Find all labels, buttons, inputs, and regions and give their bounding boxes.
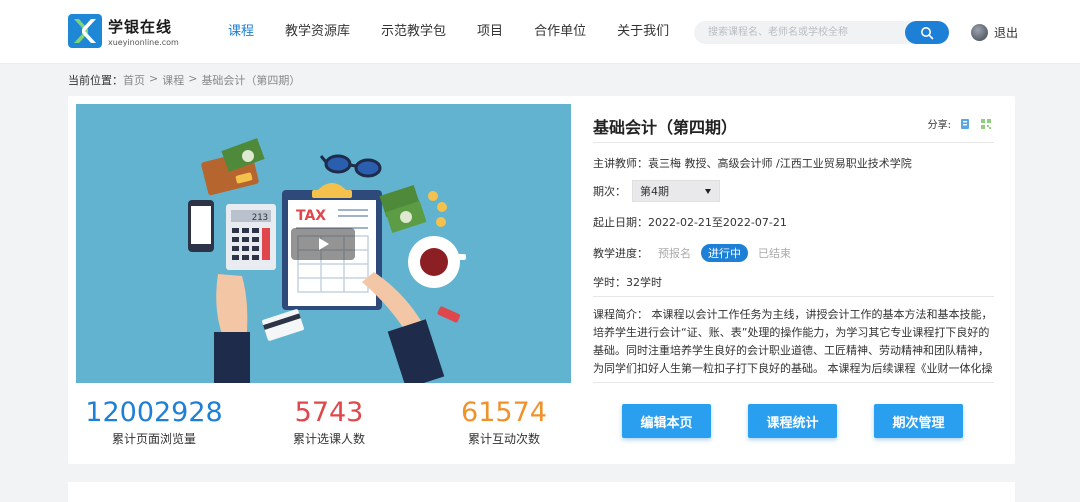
qr-code-icon[interactable] bbox=[979, 117, 993, 131]
avatar[interactable] bbox=[971, 24, 988, 41]
play-button[interactable] bbox=[291, 228, 355, 260]
teacher-row: 主讲教师：袁三梅 教授、高级会计师 /江西工业贸易职业技术学院 bbox=[593, 157, 912, 170]
nav-item-courses[interactable]: 课程 bbox=[228, 0, 254, 64]
term-row: 期次： 第4期 bbox=[593, 180, 720, 202]
svg-text:213: 213 bbox=[252, 213, 268, 223]
stat-interactions-value: 61574 bbox=[461, 397, 547, 428]
course-info: 基础会计（第四期） 分享: 主讲教师：袁三梅 教授、高级会计师 /江西工业贸易职… bbox=[593, 96, 1003, 464]
course-stats-button[interactable]: 课程统计 bbox=[748, 404, 837, 438]
breadcrumb-home[interactable]: 首页 bbox=[123, 72, 145, 88]
course-title: 基础会计（第四期） bbox=[593, 118, 738, 137]
breadcrumb-courses[interactable]: 课程 bbox=[162, 72, 184, 88]
logo-title: 学银在线 bbox=[108, 17, 173, 36]
phone-icon bbox=[188, 200, 214, 252]
term-management-button[interactable]: 期次管理 bbox=[874, 404, 963, 438]
svg-text:TAX: TAX bbox=[296, 208, 326, 224]
search-box bbox=[694, 21, 949, 44]
breadcrumb-separator: > bbox=[149, 72, 159, 85]
hours-row: 学时：32学时 bbox=[593, 276, 662, 289]
nav-item-demo-packages[interactable]: 示范教学包 bbox=[381, 0, 446, 64]
progress-row: 教学进度： 预报名 进行中 已结束 bbox=[593, 244, 791, 262]
term-label: 期次： bbox=[593, 185, 626, 198]
next-section-card bbox=[68, 482, 1015, 502]
edit-page-button[interactable]: 编辑本页 bbox=[622, 404, 711, 438]
stat-page-views-value: 12002928 bbox=[85, 397, 223, 428]
user-area: 退出 bbox=[971, 24, 1018, 41]
play-icon bbox=[319, 238, 329, 250]
stat-enrolled-value: 5743 bbox=[294, 397, 364, 428]
progress-label: 教学进度： bbox=[593, 247, 648, 260]
breadcrumb-current: 基础会计（第四期） bbox=[201, 74, 301, 87]
course-stats: 12002928 累计页面浏览量 5743 累计选课人数 61574 累计互动次… bbox=[68, 396, 588, 456]
term-select[interactable]: 第4期 bbox=[632, 180, 720, 202]
search-icon bbox=[921, 26, 934, 39]
stat-interactions-label: 累计互动次数 bbox=[467, 432, 540, 446]
nav-item-projects[interactable]: 项目 bbox=[477, 0, 503, 64]
breadcrumb-separator: > bbox=[188, 72, 198, 85]
nav-item-about[interactable]: 关于我们 bbox=[617, 0, 669, 64]
stat-enrolled-label: 累计选课人数 bbox=[292, 432, 365, 446]
share-area: 分享: bbox=[928, 116, 993, 131]
progress-in-progress: 进行中 bbox=[701, 244, 748, 262]
stat-enrolled: 5743 累计选课人数 bbox=[244, 396, 414, 447]
intro-divider-top bbox=[593, 296, 994, 297]
search-button[interactable] bbox=[905, 21, 949, 44]
breadcrumb-label: 当前位置： bbox=[68, 74, 123, 87]
intro-divider-bottom bbox=[593, 382, 994, 383]
course-card: 213 TAX 12002928 累计页面浏览量 5743 累计选课人数 615… bbox=[68, 96, 1015, 464]
nav-item-partners[interactable]: 合作单位 bbox=[534, 0, 586, 64]
progress-ended: 已结束 bbox=[758, 247, 791, 260]
stat-page-views-label: 累计页面浏览量 bbox=[111, 432, 196, 446]
calculator-icon: 213 bbox=[226, 204, 276, 270]
breadcrumb: 当前位置： 首页 > 课程 > 基础会计（第四期） bbox=[68, 72, 300, 88]
course-cover-video[interactable]: 213 TAX bbox=[76, 104, 571, 383]
share-link-icon[interactable] bbox=[958, 117, 972, 131]
stat-page-views: 12002928 累计页面浏览量 bbox=[69, 396, 239, 447]
stat-interactions: 61574 累计互动次数 bbox=[419, 396, 589, 447]
logout-link[interactable]: 退出 bbox=[994, 24, 1018, 41]
logo-icon bbox=[68, 14, 102, 48]
top-navigation-bar: 学银在线 xueyinonline.com 课程 教学资源库 示范教学包 项目 … bbox=[0, 0, 1080, 64]
chevron-down-icon bbox=[705, 189, 711, 194]
main-nav: 课程 教学资源库 示范教学包 项目 合作单位 关于我们 bbox=[228, 0, 700, 64]
date-row: 起止日期：2022-02-21至2022-07-21 bbox=[593, 216, 787, 229]
term-select-value: 第4期 bbox=[640, 185, 669, 198]
search-input[interactable] bbox=[708, 21, 898, 44]
logo-subtitle: xueyinonline.com bbox=[108, 37, 179, 47]
course-intro: 课程简介： 本课程以会计工作任务为主线，讲授会计工作的基本方法和基本技能，培养学… bbox=[593, 308, 993, 375]
share-label: 分享: bbox=[927, 120, 951, 131]
progress-pre-registration: 预报名 bbox=[658, 247, 691, 260]
title-divider bbox=[593, 142, 994, 143]
nav-item-resource-library[interactable]: 教学资源库 bbox=[285, 0, 350, 64]
site-logo[interactable]: 学银在线 xueyinonline.com bbox=[68, 14, 179, 48]
